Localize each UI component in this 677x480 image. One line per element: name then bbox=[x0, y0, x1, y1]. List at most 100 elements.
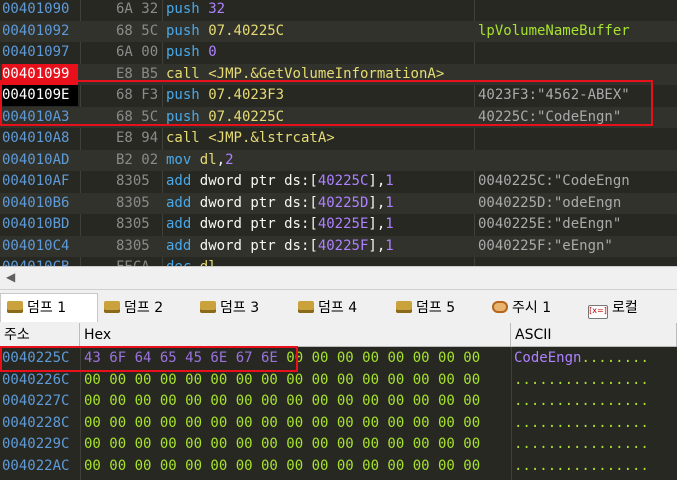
disasm-row[interactable]: 004010AD B2 02 mov dl,2 bbox=[0, 149, 677, 171]
horizontal-scrollbar[interactable]: ◀ bbox=[0, 266, 677, 289]
tab-4[interactable]: 덤프 4 bbox=[292, 294, 388, 322]
dump-row[interactable]: 0040229C 00 00 00 00 00 00 00 00 00 00 00… bbox=[0, 434, 677, 456]
dump-hex-bytes: 00 00 00 00 00 00 00 00 00 00 00 00 00 0… bbox=[84, 457, 481, 474]
tab-label: 덤프 3 bbox=[220, 300, 260, 316]
instruction-address[interactable]: 004010A8 bbox=[2, 128, 78, 149]
dump-row[interactable]: 0040227C 00 00 00 00 00 00 00 00 00 00 00… bbox=[0, 391, 677, 413]
operand-token: 40225D bbox=[317, 194, 369, 211]
disasm-row[interactable]: 004010BD 8305 add dword ptr ds:[40225E],1 00… bbox=[0, 214, 677, 236]
instruction-mnemonic: push bbox=[166, 22, 200, 39]
disassembly-view[interactable]: 00401090 6A 32 push 32 00401092 68 5C push 07.4… bbox=[0, 0, 677, 267]
dump-address[interactable]: 004022AC bbox=[2, 456, 69, 477]
dump-hex-bytes: 00 00 00 00 00 00 00 00 00 00 00 00 00 0… bbox=[84, 414, 481, 431]
dump-ascii-text: ................ bbox=[514, 436, 649, 452]
instruction-comment: 0040225F:"eEngn" bbox=[478, 237, 613, 254]
dump-hex[interactable]: 00 00 00 00 00 00 00 00 00 00 00 00 00 0… bbox=[84, 391, 480, 412]
instruction-address[interactable]: 00401097 bbox=[2, 42, 78, 63]
operand-token: dword ptr ds:[ bbox=[199, 216, 318, 232]
dump-tab-bar: 덤프 1 덤프 2 덤프 3 덤프 4 덤프 5 주시 1 [x=] 로컬 bbox=[0, 289, 677, 324]
instruction-operands: <JMP.&GetVolumeInformationA> bbox=[208, 64, 444, 85]
dump-hex[interactable]: 00 00 00 00 00 00 00 00 00 00 00 00 00 0… bbox=[84, 456, 480, 477]
disasm-row[interactable]: 00401092 68 5C push 07.40225C lpVolumeNameBu… bbox=[0, 20, 677, 42]
instruction-mnemonic: push bbox=[166, 1, 200, 17]
dump-address[interactable]: 0040227C bbox=[2, 391, 69, 412]
instruction-bytes: 68 F3 bbox=[116, 87, 159, 103]
tab-7[interactable]: [x=] 로컬 bbox=[582, 294, 674, 322]
disasm-row[interactable]: 00401097 6A 00 push 0 bbox=[0, 42, 677, 64]
instruction-address[interactable]: 004010A3 bbox=[2, 107, 78, 128]
tab-3[interactable]: 덤프 3 bbox=[194, 294, 290, 322]
dump-address[interactable]: 0040226C bbox=[2, 370, 69, 391]
operand-token: <JMP.&GetVolumeInformationA> bbox=[208, 65, 445, 82]
dump-address[interactable]: 0040228C bbox=[2, 413, 69, 434]
instruction-address[interactable]: 004010AD bbox=[2, 150, 78, 171]
dump-row[interactable]: 0040225C 43 6F 64 65 45 6E 67 6E 00 00 00… bbox=[0, 348, 677, 370]
dump-row[interactable]: 0040228C 00 00 00 00 00 00 00 00 00 00 00… bbox=[0, 413, 677, 435]
dump-icon bbox=[7, 301, 23, 313]
instruction-address[interactable]: 00401099 bbox=[2, 63, 78, 85]
tab-label: 덤프 1 bbox=[27, 300, 67, 316]
column-header-hex[interactable]: Hex bbox=[80, 323, 511, 347]
tab-1[interactable]: 덤프 1 bbox=[0, 293, 98, 322]
instruction-address[interactable]: 004010AF bbox=[2, 171, 78, 192]
instruction-mnemonic: call bbox=[166, 65, 200, 82]
dump-hex[interactable]: 00 00 00 00 00 00 00 00 00 00 00 00 00 0… bbox=[84, 413, 480, 434]
instruction-address[interactable]: 0040109E bbox=[2, 85, 78, 106]
instruction-comment: 0040225E:"deEngn" bbox=[478, 216, 622, 232]
instruction-address[interactable]: 004010C4 bbox=[2, 236, 78, 257]
instruction-bytes: 68 5C bbox=[116, 22, 159, 39]
instruction-address[interactable]: 004010B6 bbox=[2, 193, 78, 214]
operand-token: 0 bbox=[208, 44, 217, 60]
scroll-left-icon[interactable]: ◀ bbox=[6, 270, 15, 284]
hex-dump-view[interactable]: 주소 Hex ASCII 0040225C 43 6F 64 65 45 6E 6… bbox=[0, 323, 677, 480]
disasm-row[interactable]: 004010C4 8305 add dword ptr ds:[40225F],1 00… bbox=[0, 235, 677, 257]
operand-token: dl bbox=[199, 151, 217, 168]
operand-token: , bbox=[216, 151, 226, 168]
column-header-ascii[interactable]: ASCII bbox=[511, 323, 677, 347]
dump-ascii-modified: CodeEngn bbox=[514, 350, 582, 366]
dump-ascii[interactable]: ................ bbox=[514, 370, 649, 391]
disasm-row[interactable]: 00401099 E8 B5 call <JMP.&GetVolumeInformat… bbox=[0, 63, 677, 85]
dump-address[interactable]: 0040225C bbox=[2, 348, 69, 369]
tab-5[interactable]: 덤프 5 bbox=[390, 294, 484, 322]
dump-ascii[interactable]: ................ bbox=[514, 413, 649, 434]
instruction-comment: lpVolumeNameBuffer bbox=[478, 22, 630, 39]
instruction-comment: 4023F3:"4562-ABEX" bbox=[478, 87, 630, 103]
instruction-operands: 0 bbox=[208, 42, 216, 63]
dump-hex[interactable]: 00 00 00 00 00 00 00 00 00 00 00 00 00 0… bbox=[84, 434, 480, 455]
instruction-operands: <JMP.&lstrcatA> bbox=[208, 128, 334, 149]
dump-hex-bytes: 00 00 00 00 00 00 00 00 00 00 00 00 00 0… bbox=[84, 436, 481, 452]
instruction-address[interactable]: 004010BD bbox=[2, 214, 78, 235]
operand-token: 40225E bbox=[317, 216, 369, 232]
dump-hex[interactable]: 43 6F 64 65 45 6E 67 6E 00 00 00 00 00 0… bbox=[84, 348, 480, 369]
dump-hex-modified: 43 6F 64 65 45 6E 67 6E bbox=[84, 350, 278, 366]
tab-6[interactable]: 주시 1 bbox=[486, 294, 580, 322]
dump-ascii[interactable]: ................ bbox=[514, 434, 649, 455]
disasm-row[interactable]: 004010A8 E8 94 call <JMP.&lstrcatA> bbox=[0, 128, 677, 150]
dump-ascii[interactable]: CodeEngn........ bbox=[514, 348, 649, 369]
disasm-row[interactable]: 004010AF 8305 add dword ptr ds:[40225C],1 00… bbox=[0, 171, 677, 193]
operand-token: 1 bbox=[385, 173, 394, 189]
dump-ascii-text: ................ bbox=[514, 371, 649, 388]
instruction-address[interactable]: 00401090 bbox=[2, 0, 78, 20]
disasm-row[interactable]: 00401090 6A 32 push 32 bbox=[0, 0, 677, 21]
dump-row[interactable]: 0040226C 00 00 00 00 00 00 00 00 00 00 00… bbox=[0, 370, 677, 392]
operand-token: dword ptr ds:[ bbox=[199, 194, 318, 211]
operand-token: dword ptr ds:[ bbox=[199, 173, 318, 189]
tab-label: 덤프 4 bbox=[318, 300, 358, 316]
dump-ascii[interactable]: ................ bbox=[514, 456, 649, 477]
column-header-address[interactable]: 주소 bbox=[0, 323, 80, 347]
dump-ascii-text: ................ bbox=[514, 414, 649, 431]
dump-ascii[interactable]: ................ bbox=[514, 391, 649, 412]
tab-label: 덤프 5 bbox=[416, 300, 456, 316]
instruction-bytes: 8305 bbox=[116, 216, 150, 232]
disasm-row[interactable]: 004010A3 68 5C push 07.40225C 40225C:"CodeEn… bbox=[0, 106, 677, 128]
dump-row[interactable]: 004022AC 00 00 00 00 00 00 00 00 00 00 00… bbox=[0, 456, 677, 478]
disasm-row[interactable]: 004010B6 8305 add dword ptr ds:[40225D],1 00… bbox=[0, 192, 677, 214]
operand-token: <JMP.&lstrcatA> bbox=[208, 130, 335, 146]
disasm-row[interactable]: 0040109E 68 F3 push 07.4023F3 4023F3:"4562-A… bbox=[0, 85, 677, 107]
tab-2[interactable]: 덤프 2 bbox=[98, 294, 192, 322]
dump-address[interactable]: 0040229C bbox=[2, 434, 69, 455]
dump-hex[interactable]: 00 00 00 00 00 00 00 00 00 00 00 00 00 0… bbox=[84, 370, 480, 391]
instruction-address[interactable]: 00401092 bbox=[2, 21, 78, 42]
